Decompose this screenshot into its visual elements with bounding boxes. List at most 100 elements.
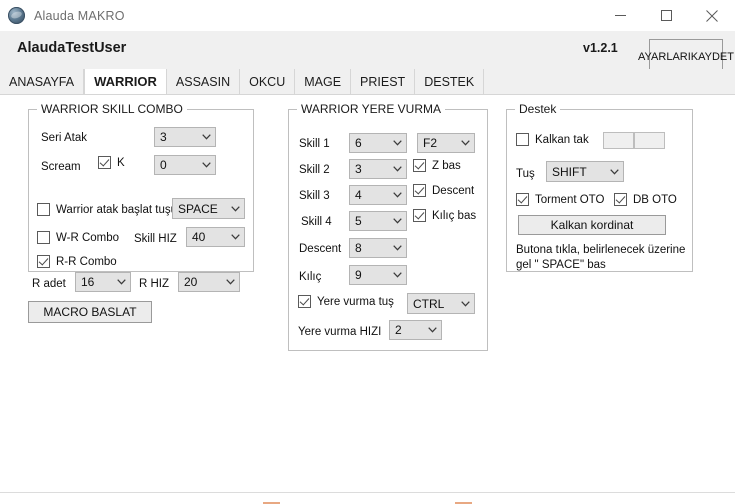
tab-assasin[interactable]: ASSASIN bbox=[166, 69, 241, 94]
skill2-select[interactable]: 3 bbox=[349, 159, 407, 179]
save-settings-line2: KAYDET bbox=[690, 51, 734, 63]
descent-checkbox-label: Descent bbox=[432, 184, 475, 197]
chevron-down-icon bbox=[389, 166, 406, 172]
scream-k-checkbox[interactable]: K bbox=[98, 156, 125, 169]
tab-priest[interactable]: PRIEST bbox=[351, 69, 416, 94]
chevron-down-icon bbox=[113, 279, 130, 285]
kilic-bas-checkbox[interactable]: Kılıç bas bbox=[413, 209, 476, 222]
z-bas-label: Z bas bbox=[432, 159, 461, 172]
scream-label: Scream bbox=[41, 161, 81, 173]
tus-label: Tuş bbox=[516, 168, 535, 180]
application-window: Alauda MAKRO AlaudaTestUser v1.2.1 AYARL… bbox=[0, 0, 735, 504]
save-settings-line1: AYARLARI bbox=[638, 51, 691, 63]
username-label: AlaudaTestUser bbox=[17, 40, 127, 56]
maximize-button[interactable] bbox=[643, 0, 689, 31]
skill1-select[interactable]: 6 bbox=[349, 133, 407, 153]
r-adet-select[interactable]: 16 bbox=[75, 272, 131, 292]
checkbox-icon bbox=[413, 184, 426, 197]
chevron-down-icon bbox=[227, 205, 244, 212]
scream-value: 0 bbox=[160, 158, 167, 172]
checkbox-icon bbox=[614, 193, 627, 206]
skill4-label: Skill 4 bbox=[301, 216, 332, 228]
kilic-bas-label: Kılıç bas bbox=[432, 209, 477, 222]
kalkan-coord-y-input[interactable] bbox=[634, 132, 665, 149]
chevron-down-icon bbox=[389, 192, 406, 198]
r-adet-label: R adet bbox=[32, 278, 66, 290]
skill4-select[interactable]: 5 bbox=[349, 211, 407, 231]
yere-vurma-hizi-select[interactable]: 2 bbox=[389, 320, 442, 340]
tab-destek[interactable]: DESTEK bbox=[415, 69, 485, 94]
scream-k-label: K bbox=[117, 156, 125, 169]
wr-combo-label: W-R Combo bbox=[56, 231, 120, 244]
skill-hiz-value: 40 bbox=[192, 230, 206, 244]
kilic-value: 9 bbox=[355, 268, 362, 282]
version-label: v1.2.1 bbox=[583, 41, 618, 55]
kalkan-tak-checkbox[interactable]: Kalkan tak bbox=[516, 133, 589, 146]
skill3-value: 4 bbox=[355, 188, 362, 202]
globe-icon bbox=[8, 7, 25, 24]
r-hiz-select[interactable]: 20 bbox=[178, 272, 240, 292]
checkbox-icon bbox=[298, 295, 311, 308]
wr-combo-checkbox[interactable]: W-R Combo bbox=[37, 231, 119, 244]
tab-mage[interactable]: MAGE bbox=[295, 69, 352, 94]
kalkan-coord-x-input[interactable] bbox=[603, 132, 634, 149]
z-bas-checkbox[interactable]: Z bas bbox=[413, 159, 461, 172]
torment-oto-checkbox[interactable]: Torment OTO bbox=[516, 193, 604, 206]
checkbox-icon bbox=[516, 133, 529, 146]
descent-checkbox[interactable]: Descent bbox=[413, 184, 474, 197]
chevron-down-icon bbox=[457, 140, 474, 146]
db-oto-checkbox[interactable]: DB OTO bbox=[614, 193, 677, 206]
tab-content-warrior: WARRIOR SKILL COMBO Seri Atak 3 Scream K… bbox=[0, 94, 735, 492]
group-destek-title: Destek bbox=[515, 102, 561, 116]
warrior-atak-baslat-key-value: SPACE bbox=[178, 201, 218, 216]
yere-vurma-tus-key-select[interactable]: CTRL bbox=[407, 293, 475, 314]
checkbox-icon bbox=[37, 203, 50, 216]
warrior-atak-baslat-checkbox[interactable]: Warrior atak başlat tuşu bbox=[37, 203, 177, 216]
skill1-label: Skill 1 bbox=[299, 138, 330, 150]
tus-value: SHIFT bbox=[552, 164, 587, 179]
minimize-button[interactable] bbox=[597, 0, 643, 31]
chevron-down-icon bbox=[389, 218, 406, 224]
seri-atak-select[interactable]: 3 bbox=[154, 127, 216, 147]
destek-help-text: Butona tıkla, belirlenecek üzerine gel "… bbox=[516, 244, 686, 271]
seri-atak-label: Seri Atak bbox=[41, 132, 88, 144]
chevron-down-icon bbox=[606, 168, 623, 175]
skill1-key-select[interactable]: F2 bbox=[417, 133, 475, 153]
r-adet-value: 16 bbox=[81, 275, 95, 289]
checkbox-icon bbox=[516, 193, 529, 206]
tus-select[interactable]: SHIFT bbox=[546, 161, 624, 182]
r-hiz-value: 20 bbox=[184, 275, 198, 289]
yere-vurma-tus-label: Yere vurma tuş bbox=[317, 295, 394, 308]
group-warrior-skill-combo-title: WARRIOR SKILL COMBO bbox=[37, 102, 187, 116]
macro-start-button[interactable]: MACRO BASLAT bbox=[28, 301, 152, 323]
checkbox-icon bbox=[98, 156, 111, 169]
window-title: Alauda MAKRO bbox=[34, 8, 125, 23]
title-bar: Alauda MAKRO bbox=[0, 0, 735, 32]
chevron-down-icon bbox=[198, 162, 215, 168]
r-hiz-label: R HIZ bbox=[139, 278, 170, 290]
tab-anasayfa[interactable]: ANASAYFA bbox=[0, 69, 85, 94]
scream-select[interactable]: 0 bbox=[154, 155, 216, 175]
chevron-down-icon bbox=[222, 279, 239, 285]
tab-warrior[interactable]: WARRIOR bbox=[84, 69, 167, 94]
yere-vurma-tus-checkbox[interactable]: Yere vurma tuş bbox=[298, 295, 394, 308]
skill1-value: 6 bbox=[355, 136, 362, 150]
chevron-down-icon bbox=[198, 134, 215, 140]
kilic-select[interactable]: 9 bbox=[349, 265, 407, 285]
close-button[interactable] bbox=[689, 0, 735, 31]
db-oto-label: DB OTO bbox=[633, 193, 677, 206]
rr-combo-checkbox[interactable]: R-R Combo bbox=[37, 255, 117, 268]
warrior-atak-baslat-key-select[interactable]: SPACE bbox=[172, 198, 245, 219]
tab-okcu[interactable]: OKCU bbox=[240, 69, 296, 94]
window-controls bbox=[597, 0, 735, 31]
chevron-down-icon bbox=[389, 272, 406, 278]
kalkan-kordinat-button[interactable]: Kalkan kordinat bbox=[518, 215, 666, 235]
descent-select[interactable]: 8 bbox=[349, 238, 407, 258]
skill-hiz-select[interactable]: 40 bbox=[186, 227, 245, 247]
skill-hiz-label: Skill HIZ bbox=[134, 233, 177, 245]
rr-combo-label: R-R Combo bbox=[56, 255, 117, 268]
checkbox-icon bbox=[413, 209, 426, 222]
skill3-select[interactable]: 4 bbox=[349, 185, 407, 205]
skill2-label: Skill 2 bbox=[299, 164, 330, 176]
warrior-atak-baslat-label: Warrior atak başlat tuşu bbox=[56, 203, 178, 216]
